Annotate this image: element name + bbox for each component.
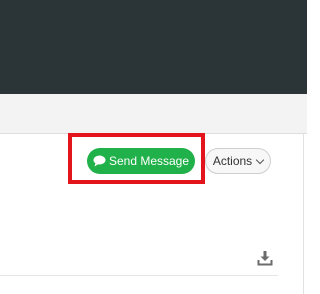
- sub-header-bar: [0, 94, 307, 134]
- send-message-label: Send Message: [108, 154, 190, 168]
- content-border: [303, 134, 304, 294]
- app-root: Send Message Actions: [0, 0, 307, 294]
- row-divider: [0, 275, 278, 276]
- chevron-down-icon: [255, 155, 265, 164]
- top-header: [0, 0, 307, 94]
- chat-bubble-icon: [93, 155, 106, 167]
- actions-label: Actions: [212, 154, 253, 168]
- actions-dropdown-button[interactable]: Actions: [205, 148, 271, 174]
- download-icon[interactable]: [257, 250, 273, 266]
- send-message-button[interactable]: Send Message: [87, 148, 195, 174]
